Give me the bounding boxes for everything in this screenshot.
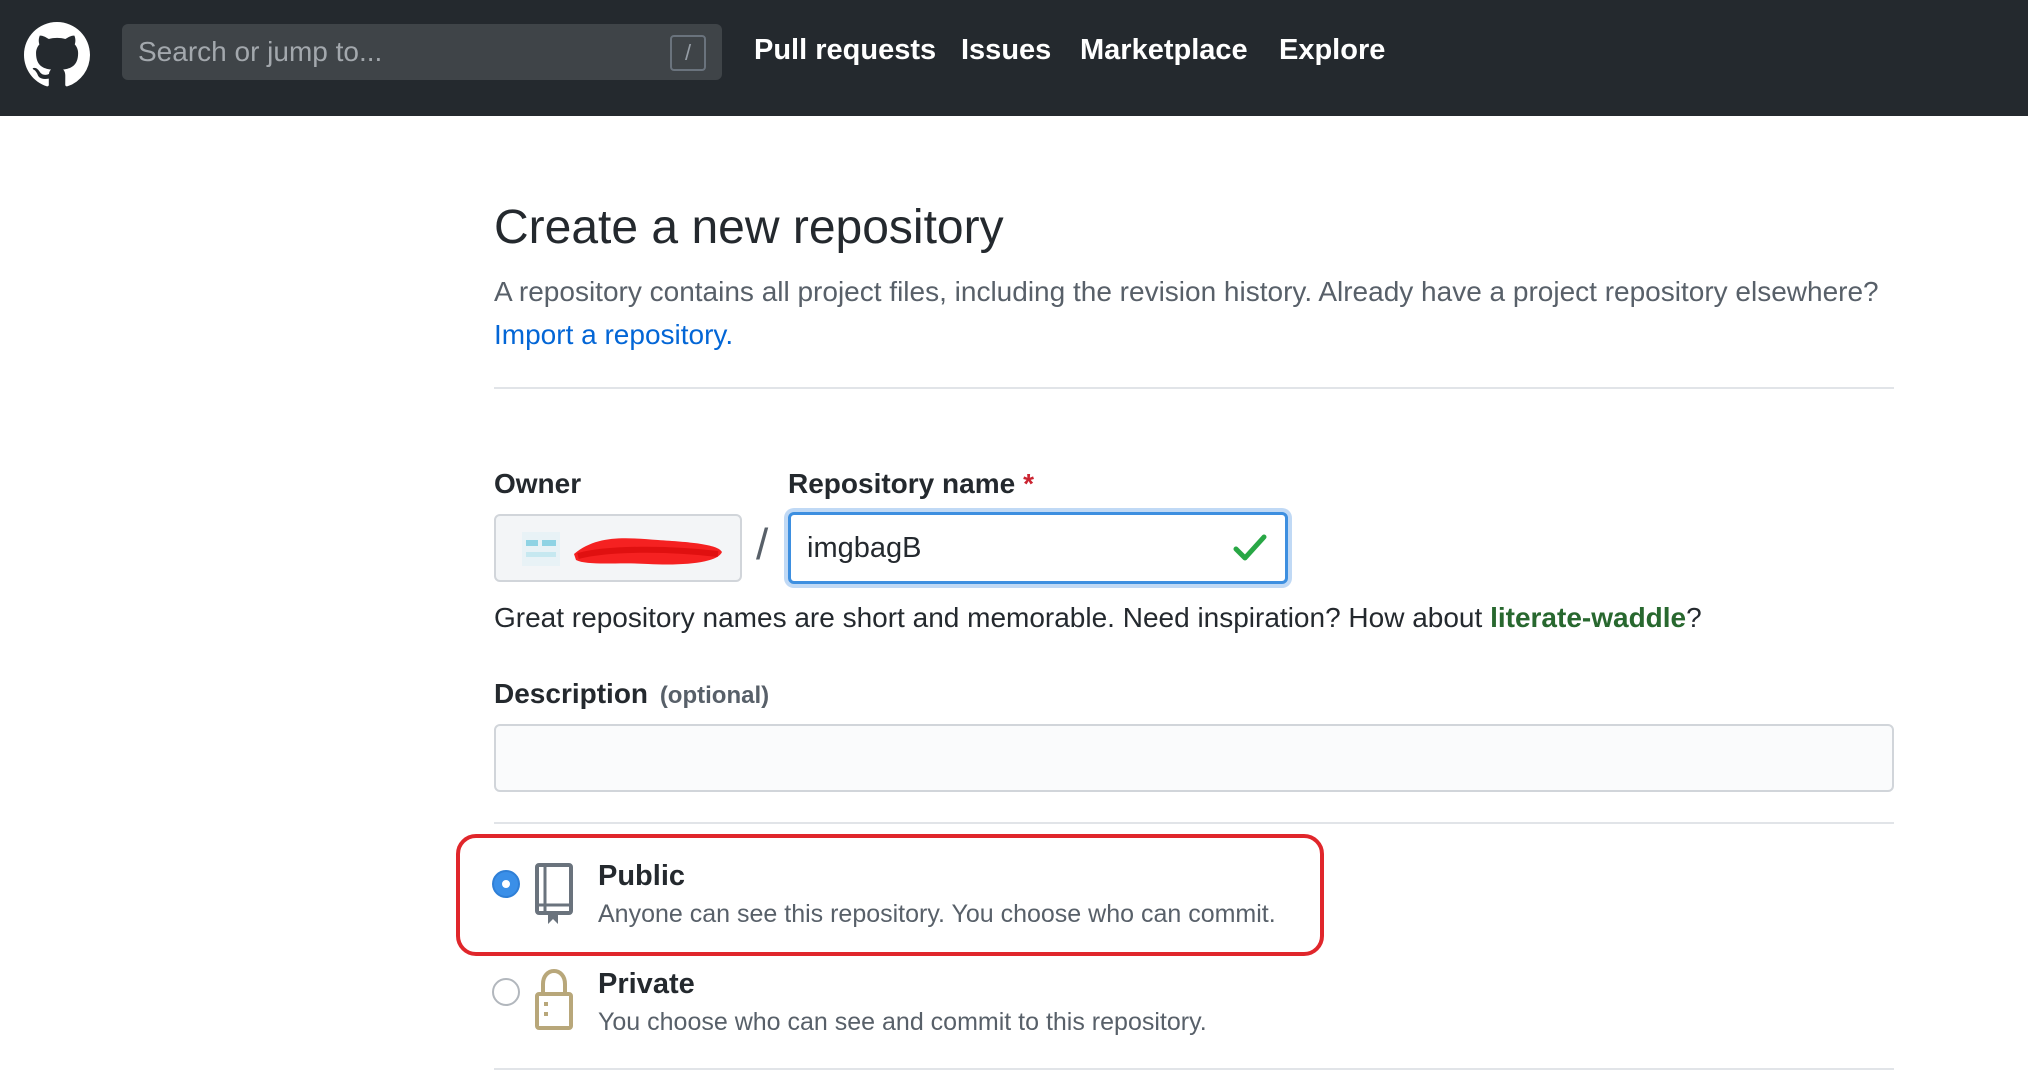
public-radio[interactable]: [492, 870, 520, 898]
owner-repo-separator: /: [756, 520, 769, 569]
private-radio[interactable]: [492, 978, 520, 1006]
section-divider: [494, 822, 1894, 824]
search-shortcut-key: /: [670, 35, 706, 71]
private-option-description: You choose who can see and commit to thi…: [598, 1008, 1207, 1036]
nav-issues[interactable]: Issues: [961, 34, 1051, 67]
repo-name-field: [788, 512, 1288, 584]
name-suggestion-link[interactable]: literate-waddle: [1490, 602, 1686, 633]
description-label: Description (optional): [494, 678, 769, 710]
search-input[interactable]: [122, 24, 722, 80]
valid-check-icon: [1233, 534, 1267, 561]
hint-suffix: ?: [1686, 602, 1702, 633]
description-label-text: Description: [494, 678, 649, 709]
optional-tag: (optional): [659, 682, 770, 709]
public-option-title: Public: [598, 860, 686, 892]
owner-select[interactable]: [494, 514, 742, 582]
import-repository-link[interactable]: Import a repository.: [494, 319, 733, 350]
owner-avatar: [522, 532, 560, 566]
page-subtitle: A repository contains all project files,…: [494, 270, 1894, 356]
public-option-description: Anyone can see this repository. You choo…: [598, 900, 1276, 928]
hint-text: Great repository names are short and mem…: [494, 602, 1483, 633]
redacted-owner-name: [574, 538, 722, 565]
github-logo-icon[interactable]: [24, 22, 90, 88]
search-box: /: [122, 24, 722, 80]
lock-icon: [535, 968, 573, 1030]
required-asterisk: *: [1023, 468, 1035, 499]
nav-explore[interactable]: Explore: [1279, 34, 1385, 67]
repo-book-icon: [535, 863, 573, 924]
subtitle-text: A repository contains all project files,…: [494, 276, 1879, 307]
top-nav-bar: / Pull requests Issues Marketplace Explo…: [0, 0, 2028, 116]
nav-pull-requests[interactable]: Pull requests: [754, 34, 936, 67]
repo-name-label: Repository name *: [788, 468, 1034, 500]
repo-name-input[interactable]: [791, 515, 1285, 581]
public-option-highlight: [456, 834, 1324, 956]
section-divider: [494, 1068, 1894, 1070]
owner-label: Owner: [494, 468, 582, 499]
page-title: Create a new repository: [494, 201, 1004, 254]
section-divider: [494, 387, 1894, 389]
repo-name-label-text: Repository name: [788, 468, 1016, 499]
description-input[interactable]: [494, 724, 1894, 792]
private-option-title: Private: [598, 968, 695, 1000]
repo-name-hint: Great repository names are short and mem…: [494, 602, 1702, 634]
nav-marketplace[interactable]: Marketplace: [1080, 34, 1248, 67]
